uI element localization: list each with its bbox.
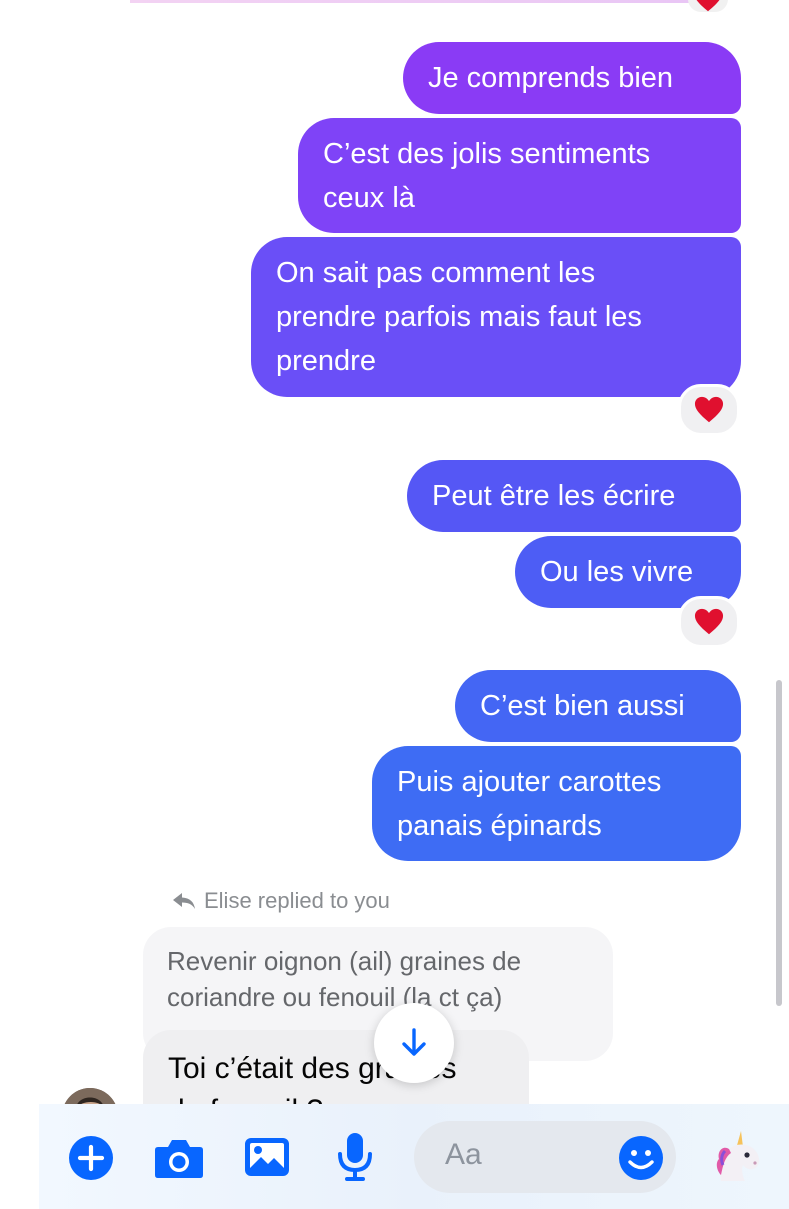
reaction-badge[interactable] [678,596,740,648]
message-bubble-out[interactable]: C’est des jolis sentiments ceux là [298,118,741,233]
reply-hint-text: Elise replied to you [204,888,390,913]
quick-reaction-button[interactable] [710,1128,766,1184]
previous-message-edge [130,0,690,3]
heart-icon [694,608,724,635]
scroll-to-bottom-button[interactable] [374,1003,454,1083]
heart-icon [694,396,724,423]
microphone-icon [338,1133,372,1181]
camera-icon [155,1140,203,1178]
arrow-down-icon [402,1028,426,1056]
message-input-placeholder: Aa [445,1138,482,1171]
reply-indicator: Elise replied to you [172,888,390,914]
plus-icon [69,1136,113,1180]
gallery-icon [245,1138,289,1176]
emoji-icon [619,1136,663,1180]
emoji-button[interactable] [616,1133,666,1183]
unicorn-icon [716,1131,760,1181]
message-bubble-out[interactable]: On sait pas comment les prendre parfois … [251,237,741,397]
camera-button[interactable] [152,1134,206,1182]
reaction-badge[interactable] [678,384,740,436]
reply-arrow-icon [173,893,195,909]
add-button[interactable] [66,1133,116,1183]
gallery-button[interactable] [242,1134,292,1180]
message-bubble-out[interactable]: Je comprends bien [403,42,741,114]
message-bubble-out[interactable]: Puis ajouter carottes panais épinards [372,746,741,861]
message-bubble-out[interactable]: Peut être les écrire [407,460,741,532]
heart-icon [696,0,720,12]
previous-reaction[interactable] [688,0,728,12]
voice-button[interactable] [333,1130,377,1184]
message-bubble-out[interactable]: C’est bien aussi [455,670,741,742]
scrollbar[interactable] [776,680,782,1006]
